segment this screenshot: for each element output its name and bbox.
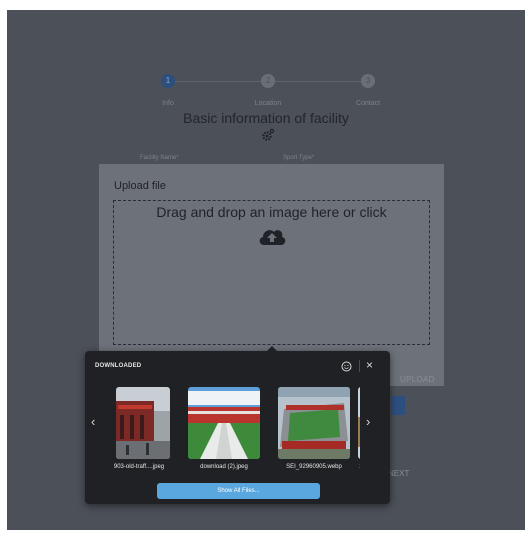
step-1-dot[interactable]: 1: [161, 74, 175, 88]
thumbnail-strip: 903-old-traff....jpeg download (2).jpeg: [108, 387, 360, 477]
stadium-photo-1: [116, 387, 170, 459]
step-number: 3: [365, 76, 371, 85]
stepper-connector: [175, 81, 266, 82]
stadium-photo-3: [278, 387, 350, 459]
header-divider: [359, 360, 360, 372]
step-number: 2: [265, 76, 271, 85]
show-all-files-button[interactable]: Show All Files...: [157, 483, 320, 499]
file-caption: 903-old-traff....jpeg: [113, 464, 165, 470]
popup-header: DOWNLOADED: [95, 363, 142, 369]
primary-button-partial[interactable]: [391, 396, 405, 415]
file-caption: download (2).jpeg: [200, 464, 248, 470]
upload-button[interactable]: UPLOAD: [400, 375, 435, 384]
stepper: 1 2 3 Info Location Contact: [7, 74, 525, 114]
step-3-dot[interactable]: 3: [361, 74, 375, 88]
stadium-photo-2: [188, 387, 260, 459]
next-button[interactable]: NEXT: [388, 469, 409, 478]
step-3-label: Contact: [355, 100, 381, 107]
gear-icon[interactable]: [260, 127, 276, 143]
cloud-upload-icon: [259, 230, 286, 245]
chevron-right-icon[interactable]: ›: [366, 414, 370, 429]
dropzone-text: Drag and drop an image here or click: [156, 204, 387, 220]
smiley-icon[interactable]: [341, 361, 352, 372]
step-2-label: Location: [254, 100, 282, 107]
popup-arrow: [267, 346, 277, 351]
file-caption: SEI_92960905.webp: [286, 464, 342, 470]
downloads-popup: DOWNLOADED × ‹ › 903-old-traff....jpeg d…: [85, 346, 390, 504]
page-backdrop: 1 2 3 Info Location Contact Basic inform…: [7, 10, 525, 530]
step-number: 1: [165, 76, 171, 85]
facility-name-label: Facility Name*: [140, 155, 179, 161]
chevron-left-icon[interactable]: ‹: [91, 414, 95, 429]
dialog-title: Upload file: [114, 180, 166, 192]
stepper-connector: [275, 81, 366, 82]
close-icon[interactable]: ×: [366, 357, 373, 373]
step-2-dot[interactable]: 2: [261, 74, 275, 88]
form-title: Basic information of facility: [183, 110, 349, 126]
dropzone[interactable]: Drag and drop an image here or click: [113, 200, 430, 345]
file-caption: 2: [358, 464, 360, 470]
stadium-photo-4: [358, 387, 360, 459]
step-1-label: Info: [162, 100, 174, 107]
sport-type-label: Sport Type*: [283, 155, 315, 161]
